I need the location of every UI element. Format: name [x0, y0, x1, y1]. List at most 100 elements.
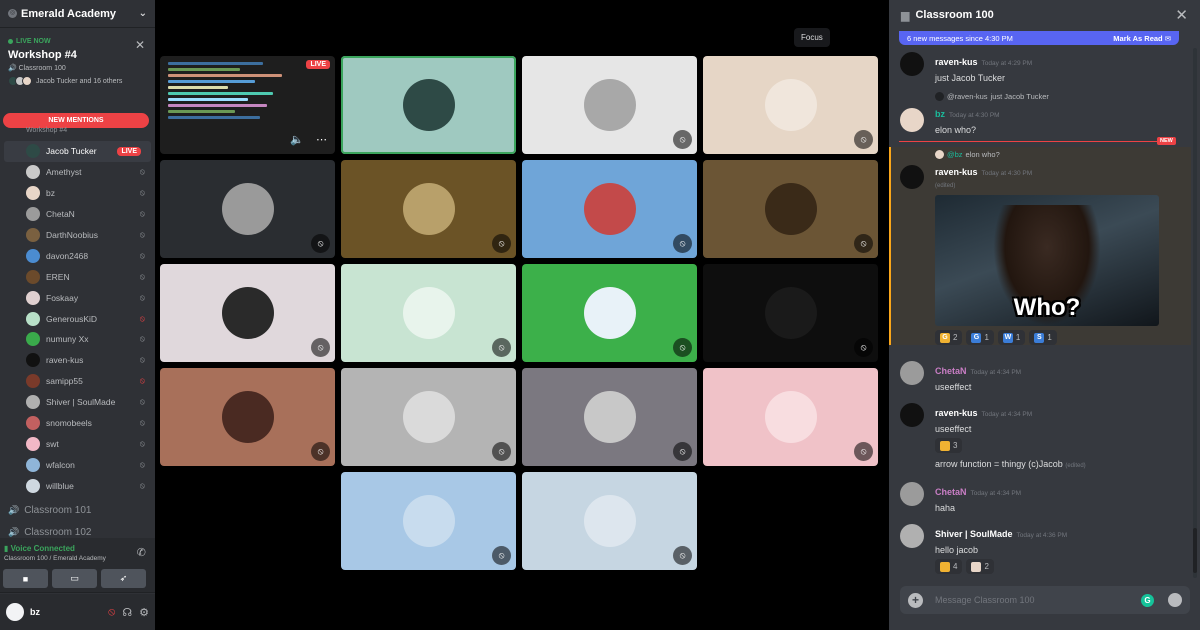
server-name: Emerald Academy: [21, 7, 116, 20]
message-composer[interactable]: + Message Classroom 100 G: [900, 586, 1190, 614]
participant-video-tile[interactable]: ⦸: [160, 264, 335, 362]
participant-video-tile[interactable]: ⦸: [522, 264, 697, 362]
video-button[interactable]: ■: [3, 569, 48, 588]
avatar[interactable]: [900, 108, 924, 132]
message-author[interactable]: ChetaN: [935, 366, 967, 376]
voice-member[interactable]: davon2468 ⦸: [0, 245, 155, 266]
gear-icon[interactable]: ⚙: [139, 606, 149, 619]
reaction-button[interactable]: W1: [997, 330, 1026, 345]
disconnect-icon[interactable]: ✆: [137, 546, 146, 559]
add-attachment-icon[interactable]: +: [908, 592, 923, 608]
new-mentions-button[interactable]: NEW MENTIONS: [3, 113, 149, 128]
participant-video-tile[interactable]: ⦸: [341, 368, 516, 466]
reply-preview[interactable]: @bz elon who?: [935, 150, 1189, 159]
voice-member[interactable]: Jacob Tucker LIVE: [4, 141, 151, 162]
reaction-button[interactable]: 4: [935, 559, 963, 574]
chat-message[interactable]: raven-kus Today at 4:29 PM just Jacob Tuc…: [889, 52, 1189, 83]
participant-avatar: [583, 391, 636, 443]
chevron-down-icon[interactable]: ⌄: [139, 8, 147, 19]
mark-as-read-button[interactable]: Mark As Read ✉: [1113, 34, 1171, 43]
muted-microphone-icon: ⦸: [854, 130, 873, 149]
participant-video-tile[interactable]: ⦸: [522, 472, 697, 570]
voice-member[interactable]: numuny Xx ⦸: [0, 329, 155, 350]
channel-classroom-102[interactable]: 🔊 Classroom 102: [8, 527, 91, 538]
chat-message[interactable]: @bz elon who? raven-kus Today at 4:30 PM (…: [889, 150, 1189, 345]
participant-video-tile[interactable]: ⦸: [160, 160, 335, 258]
channel-classroom-101[interactable]: 🔊 Classroom 101: [8, 505, 91, 516]
voice-member[interactable]: GenerousKiD ⦸: [0, 308, 155, 329]
voice-member[interactable]: willblue ⦸: [0, 475, 155, 496]
voice-member[interactable]: bz ⦸: [0, 183, 155, 204]
chat-message[interactable]: Shiver | SoulMade Today at 4:36 PM hello …: [889, 524, 1189, 574]
avatar[interactable]: [900, 524, 924, 548]
participant-avatar: [764, 79, 817, 131]
message-author[interactable]: raven-kus: [935, 408, 978, 418]
voice-member[interactable]: Amethyst ⦸: [0, 162, 155, 183]
chat-message[interactable]: @raven-kus just Jacob Tucker bz Today at 4…: [889, 92, 1189, 135]
voice-member[interactable]: Foskaay ⦸: [0, 287, 155, 308]
reaction-button[interactable]: S1: [1029, 330, 1057, 345]
headphones-icon[interactable]: ☊: [122, 606, 132, 619]
participant-video-tile[interactable]: ⦸: [522, 56, 697, 154]
participant-video-tile[interactable]: [341, 56, 516, 154]
voice-member[interactable]: wfalcon ⦸: [0, 454, 155, 475]
message-author[interactable]: Shiver | SoulMade: [935, 529, 1013, 539]
voice-member[interactable]: swt ⦸: [0, 433, 155, 454]
reaction-button[interactable]: 2: [966, 559, 994, 574]
participant-video-tile[interactable]: ⦸: [522, 368, 697, 466]
voice-member[interactable]: ChetaN ⦸: [0, 204, 155, 225]
voice-member[interactable]: Shiver | SoulMade ⦸: [0, 392, 155, 413]
avatar[interactable]: [900, 482, 924, 506]
close-icon[interactable]: ✕: [135, 38, 145, 52]
volume-icon[interactable]: 🔈: [290, 133, 304, 146]
server-header[interactable]: ◎ Emerald Academy ⌄: [0, 0, 155, 28]
reaction-button[interactable]: 3: [935, 438, 963, 453]
more-options-icon[interactable]: ⋯: [316, 133, 327, 146]
screen-share-tile[interactable]: LIVE 🔈 ⋯: [160, 56, 335, 154]
screen-share-button[interactable]: ▭: [52, 569, 97, 588]
chat-scrollbar[interactable]: [1193, 48, 1197, 578]
reaction-button[interactable]: G1: [966, 330, 994, 345]
participant-video-tile[interactable]: ⦸: [703, 264, 878, 362]
message-author[interactable]: raven-kus: [935, 57, 978, 67]
avatar[interactable]: [900, 403, 924, 427]
member-name: samipp55: [46, 376, 83, 387]
reaction-button[interactable]: G2: [935, 330, 963, 345]
chat-message[interactable]: raven-kus Today at 4:34 PM useeffect 3 ar…: [889, 403, 1189, 469]
participant-video-tile[interactable]: ⦸: [703, 160, 878, 258]
gif-attachment[interactable]: Who?: [935, 195, 1159, 326]
voice-member[interactable]: DarthNoobius ⦸: [0, 225, 155, 246]
chat-message[interactable]: ChetaN Today at 4:34 PM haha: [889, 482, 1189, 513]
participant-video-tile[interactable]: ⦸: [341, 160, 516, 258]
voice-member[interactable]: samipp55 ⦸: [0, 371, 155, 392]
avatar[interactable]: [900, 361, 924, 385]
close-icon[interactable]: ✕: [1175, 6, 1188, 24]
avatar: [26, 436, 40, 451]
message-author[interactable]: ChetaN: [935, 487, 967, 497]
voice-member[interactable]: EREN ⦸: [0, 266, 155, 287]
voice-member[interactable]: snomobeels ⦸: [0, 413, 155, 434]
voice-member[interactable]: raven-kus ⦸: [0, 350, 155, 371]
participant-video-tile[interactable]: ⦸: [703, 368, 878, 466]
participant-avatar: [402, 495, 455, 547]
message-author[interactable]: bz: [935, 109, 945, 119]
message-author[interactable]: raven-kus: [935, 167, 978, 177]
activity-button[interactable]: ➶: [101, 569, 146, 588]
reply-preview[interactable]: @raven-kus just Jacob Tucker: [935, 92, 1189, 101]
emoji-picker-icon[interactable]: [1168, 593, 1182, 607]
participant-video-tile[interactable]: ⦸: [341, 472, 516, 570]
avatar[interactable]: [900, 165, 924, 189]
participant-video-tile[interactable]: ⦸: [522, 160, 697, 258]
scrollbar-thumb[interactable]: [1193, 528, 1197, 573]
new-messages-bar[interactable]: 6 new messages since 4:30 PM Mark As Rea…: [899, 31, 1179, 45]
participant-video-tile[interactable]: ⦸: [341, 264, 516, 362]
avatar[interactable]: [900, 52, 924, 76]
participant-video-tile[interactable]: ⦸: [703, 56, 878, 154]
chat-message[interactable]: ChetaN Today at 4:34 PM useeffect: [889, 361, 1189, 392]
mute-microphone-icon[interactable]: ⦸: [108, 606, 115, 619]
message-input[interactable]: Message Classroom 100: [935, 595, 1141, 605]
participant-video-tile[interactable]: ⦸: [160, 368, 335, 466]
grammarly-icon[interactable]: G: [1141, 593, 1154, 607]
muted-microphone-icon: ⦸: [139, 459, 145, 469]
avatar[interactable]: [6, 603, 24, 621]
